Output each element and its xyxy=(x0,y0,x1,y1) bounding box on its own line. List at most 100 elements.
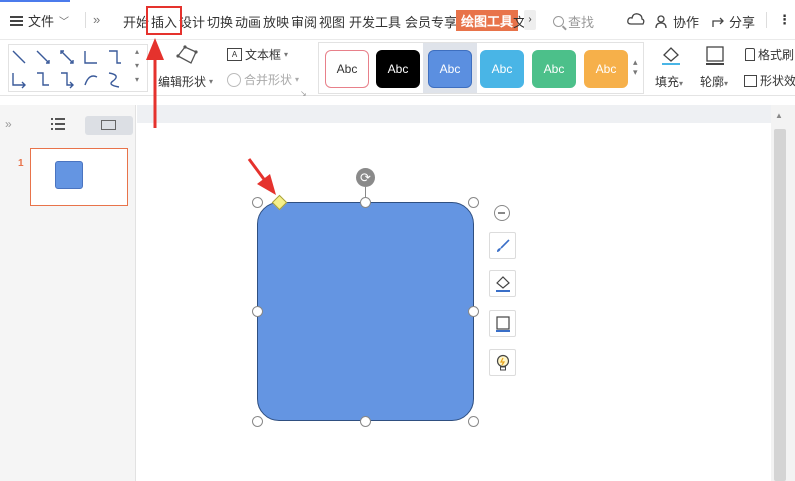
gallery-scroll[interactable]: ▴ ▾ ▾ xyxy=(135,45,139,87)
scrollbar-thumb[interactable] xyxy=(774,129,786,481)
dropdown-caret-icon: ▾ xyxy=(679,79,684,88)
share-label: 分享 xyxy=(729,15,756,30)
cloud-sync-button[interactable] xyxy=(627,12,645,26)
tab-view[interactable]: 视图 xyxy=(319,12,345,31)
tab-design[interactable]: 设计 xyxy=(179,12,205,31)
paint-bucket-icon xyxy=(662,47,680,65)
divider xyxy=(766,12,767,28)
resize-handle-bottom-right[interactable] xyxy=(468,416,479,427)
shape-effect-button[interactable]: 形状效 xyxy=(744,72,795,89)
style-preset-2[interactable]: Abc xyxy=(376,50,420,88)
format-painter-button[interactable]: 格式刷 xyxy=(745,46,794,63)
tab-review[interactable]: 审阅 xyxy=(291,12,317,31)
brush-icon xyxy=(496,238,510,252)
format-painter-label: 格式刷 xyxy=(758,48,795,62)
more-tabs-button[interactable]: › xyxy=(524,10,536,30)
highlight-box-annotation xyxy=(146,6,182,35)
slide-view-icon xyxy=(101,120,116,130)
edit-shape-button[interactable]: 编辑形状 ▾ xyxy=(158,73,213,90)
lightbulb-icon xyxy=(496,354,509,370)
outline-square-icon xyxy=(495,315,510,332)
thumbnail-shape xyxy=(55,161,83,189)
vertical-scrollbar[interactable]: ▲ xyxy=(771,105,795,481)
shape-outline-icon xyxy=(706,46,724,65)
fill-icon[interactable] xyxy=(659,44,683,69)
share-button[interactable]: 分享 xyxy=(711,12,755,31)
quick-outline-button[interactable] xyxy=(489,310,516,337)
search-button[interactable]: 查找 xyxy=(553,12,594,31)
rounded-rectangle-shape[interactable] xyxy=(257,202,474,421)
format-painter-icon xyxy=(745,48,755,61)
resize-handle-bottom[interactable] xyxy=(360,416,371,427)
shape-effect-label: 形状效 xyxy=(760,74,795,88)
outline-label: 轮廓 xyxy=(700,75,725,89)
line-shapes-icon xyxy=(12,50,121,89)
merge-shape-label: 合并形状 xyxy=(244,73,293,87)
tab-member[interactable]: 会员专享 xyxy=(405,12,457,31)
merge-shape-button: 合并形状 ▾ xyxy=(227,71,299,88)
file-menu-button[interactable]: 文件 ﹀ xyxy=(10,11,69,30)
collaborate-label: 协作 xyxy=(673,15,700,30)
collapse-toolbar-icon[interactable] xyxy=(494,205,510,221)
cloud-icon xyxy=(627,13,645,25)
fill-button[interactable]: 填充▾ xyxy=(655,73,683,90)
resize-handle-right[interactable] xyxy=(468,306,479,317)
outline-icon[interactable] xyxy=(704,44,726,69)
file-menu-label: 文件 xyxy=(28,14,55,29)
search-label: 查找 xyxy=(568,15,595,30)
scroll-up-icon[interactable]: ▲ xyxy=(775,111,783,120)
style-preset-4[interactable]: Abc xyxy=(480,50,524,88)
smart-suggest-button[interactable] xyxy=(489,349,516,376)
tab-transition[interactable]: 切换 xyxy=(207,12,233,31)
collapse-panel-icon[interactable]: » xyxy=(5,117,12,131)
slide-thumbnail[interactable] xyxy=(30,148,128,206)
tab-slideshow[interactable]: 放映 xyxy=(263,12,289,31)
rotate-handle-icon[interactable]: ⟳ xyxy=(356,168,375,187)
resize-handle-top[interactable] xyxy=(360,197,371,208)
style-preset-1[interactable]: Abc xyxy=(325,50,369,88)
search-icon xyxy=(553,16,564,27)
dropdown-caret-icon: ▾ xyxy=(284,50,289,59)
menu-bar: 文件 ﹀ » 开始 插入 设计 切换 动画 放映 审阅 视图 开发工具 会员专享… xyxy=(0,0,795,40)
textbox-label: 文本框 xyxy=(245,48,282,62)
gallery-more-icon[interactable]: ▴ ▾ xyxy=(633,57,638,77)
hamburger-icon xyxy=(10,15,23,26)
resize-handle-left[interactable] xyxy=(252,306,263,317)
expand-tabs-icon[interactable]: » xyxy=(93,12,100,27)
shape-styles-gallery: Abc Abc Abc Abc Abc Abc ▴ ▾ xyxy=(318,42,644,94)
tab-animation[interactable]: 动画 xyxy=(235,12,261,31)
edit-shape-icon[interactable] xyxy=(175,44,199,66)
divider xyxy=(85,12,86,28)
dialog-launcher-icon[interactable]: ↘ xyxy=(300,89,307,98)
resize-handle-bottom-left[interactable] xyxy=(252,416,263,427)
tab-developer[interactable]: 开发工具 xyxy=(349,12,401,31)
style-preset-5[interactable]: Abc xyxy=(532,50,576,88)
share-icon xyxy=(712,17,724,27)
person-icon xyxy=(655,14,667,28)
resize-handle-top-right[interactable] xyxy=(468,197,479,208)
resize-handle-top-left[interactable] xyxy=(252,197,263,208)
outline-button[interactable]: 轮廓▾ xyxy=(700,73,728,90)
ribbon-toolbar: ▴ ▾ ▾ 编辑形状 ▾ A 文本框 ▾ 合并形状 ▾ ↘ Abc Abc Abc … xyxy=(0,41,795,98)
dropdown-caret-icon: ▾ xyxy=(209,77,214,86)
active-indicator xyxy=(0,0,70,2)
slide-number: 1 xyxy=(18,158,24,169)
style-preset-6[interactable]: Abc xyxy=(584,50,628,88)
edit-points-icon xyxy=(176,45,198,64)
quick-fill-button[interactable] xyxy=(489,270,516,297)
line-shapes-gallery[interactable] xyxy=(8,44,148,92)
fill-label: 填充 xyxy=(655,75,680,89)
textbox-button[interactable]: A 文本框 ▾ xyxy=(227,46,288,63)
quick-style-button[interactable] xyxy=(489,232,516,259)
tab-drawing-tools[interactable]: 绘图工具 xyxy=(456,10,519,31)
slide-view-tab[interactable] xyxy=(85,116,133,135)
collaborate-button[interactable]: 协作 xyxy=(655,12,699,31)
textbox-icon: A xyxy=(227,48,242,61)
outline-view-icon[interactable] xyxy=(51,118,65,133)
shape-effect-icon xyxy=(744,74,757,87)
style-preset-3[interactable]: Abc xyxy=(428,50,472,88)
dropdown-caret-icon: ▾ xyxy=(724,79,729,88)
merge-shape-icon xyxy=(227,72,241,87)
slides-panel: » 1 xyxy=(0,105,136,481)
more-options-icon[interactable]: ⋮ xyxy=(778,12,791,28)
